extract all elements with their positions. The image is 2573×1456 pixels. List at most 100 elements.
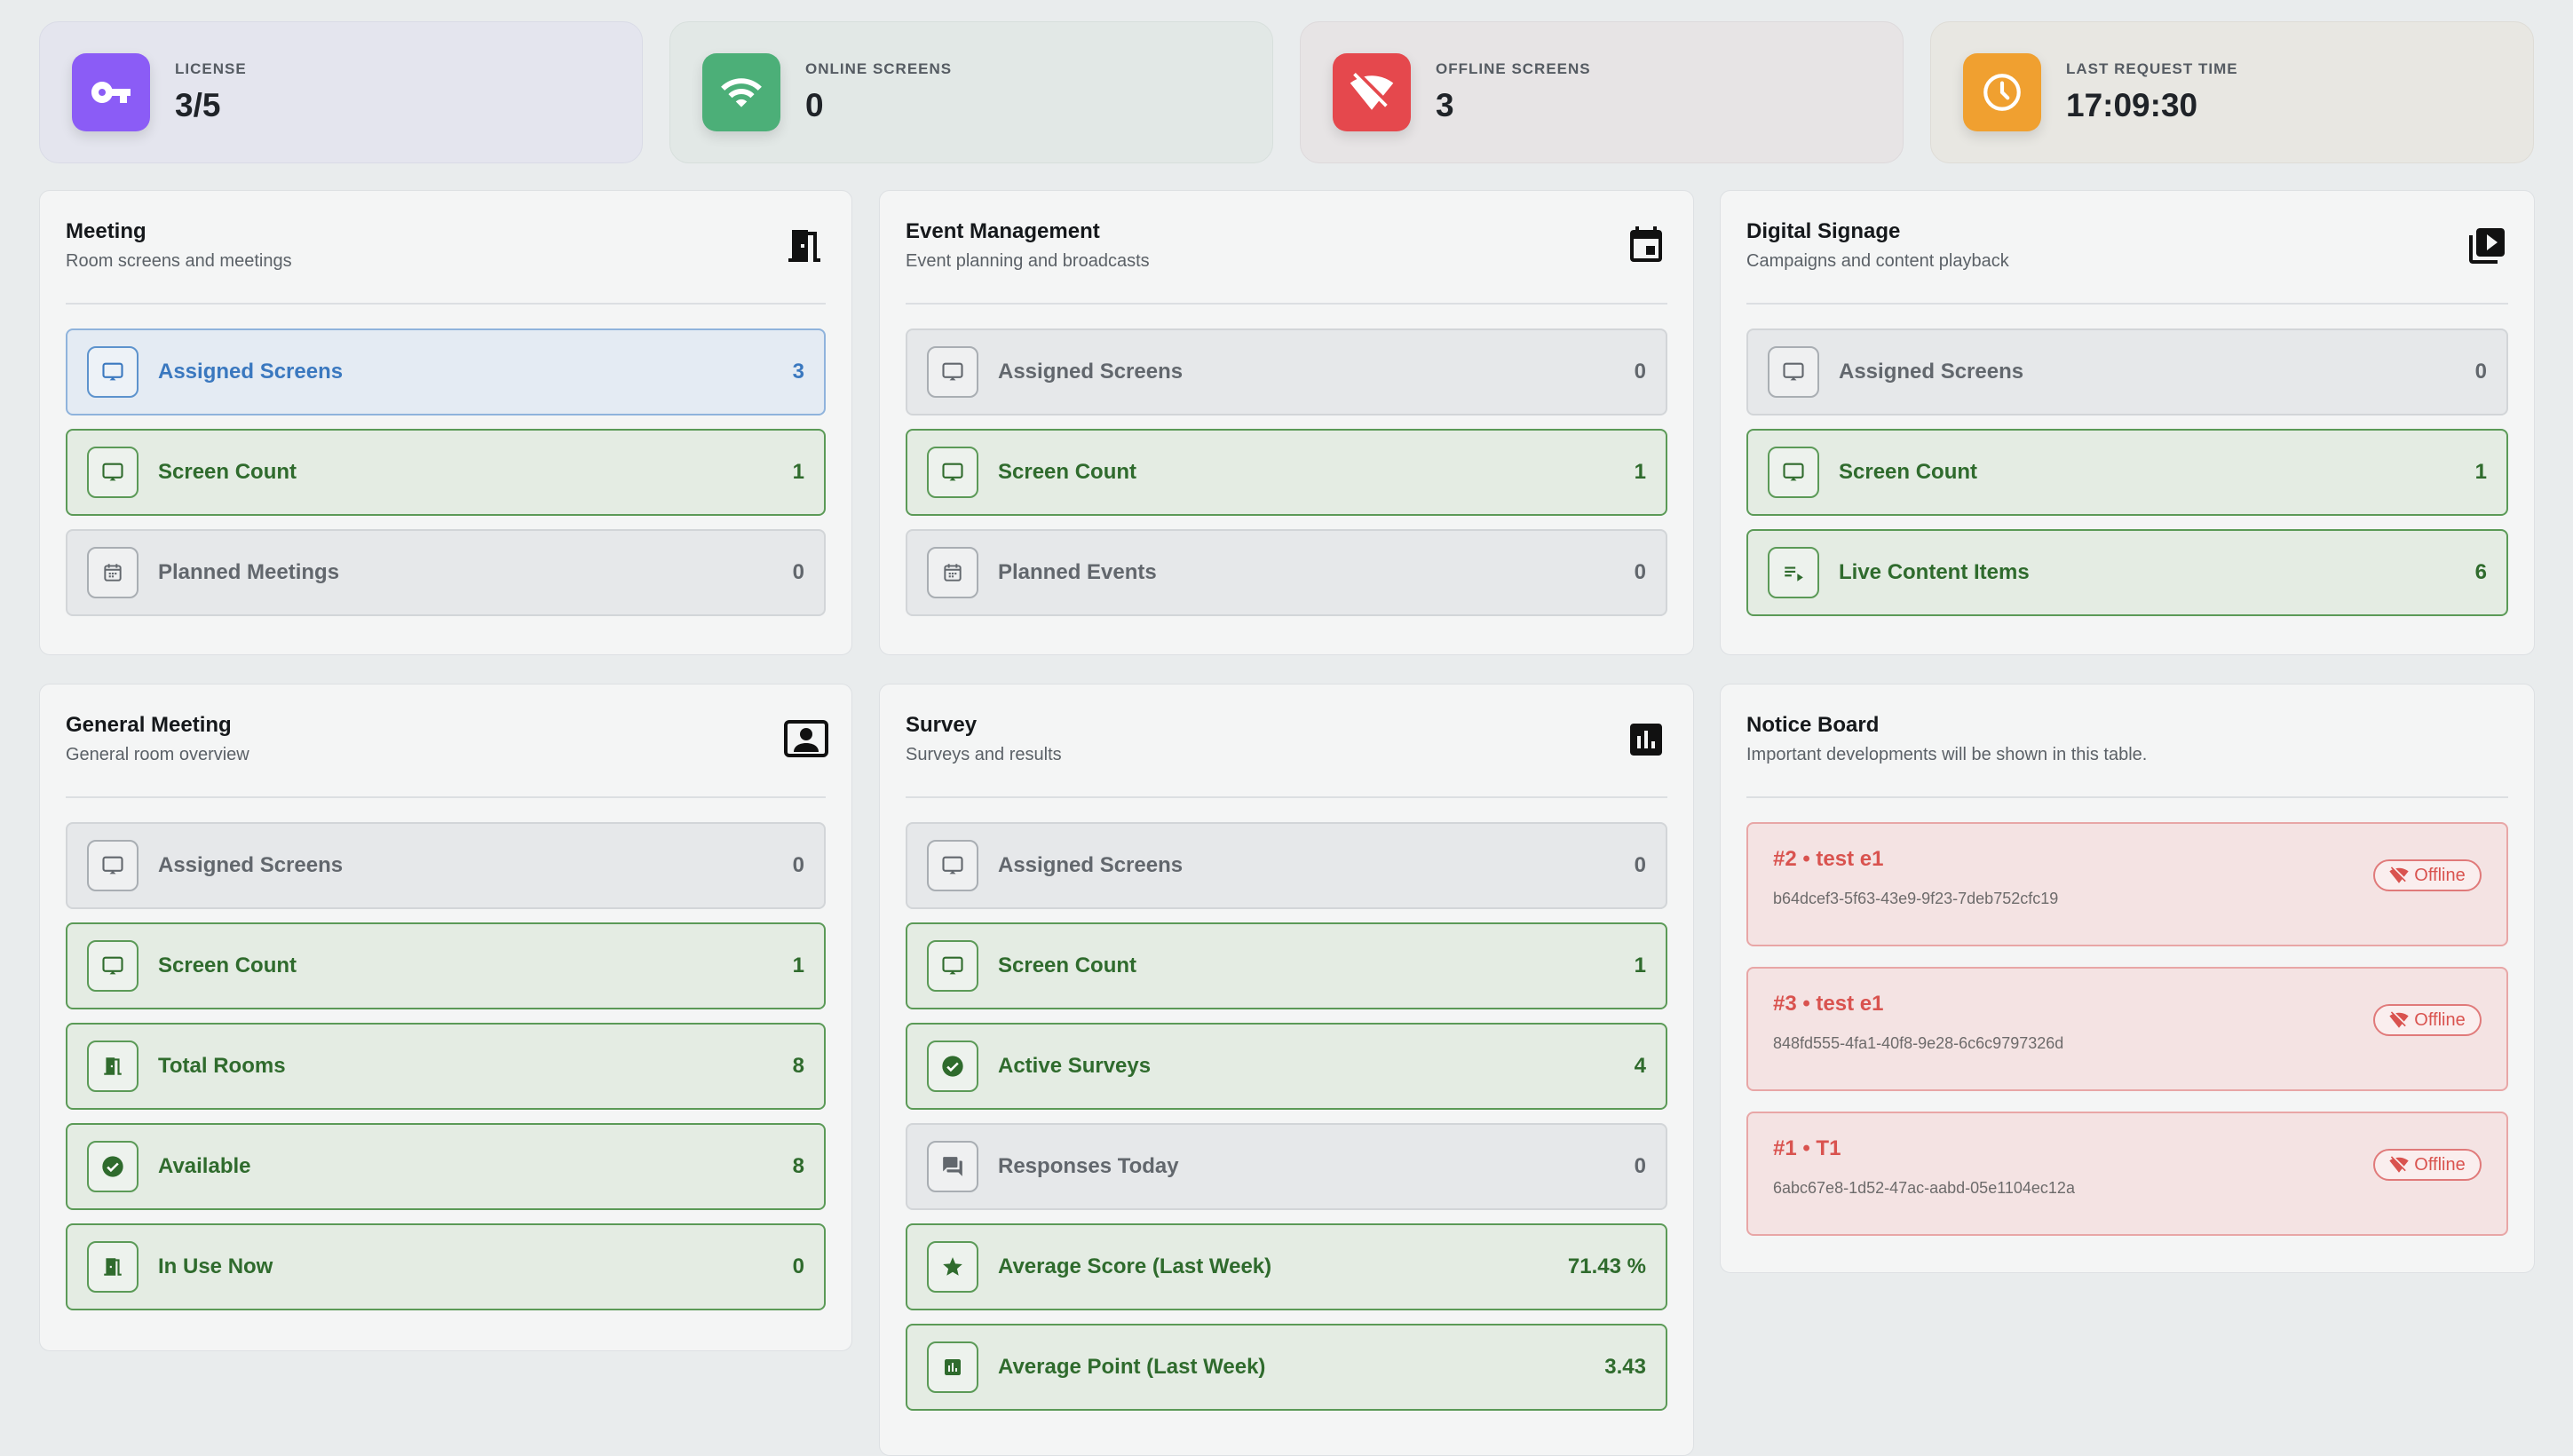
video-library-icon [2466,225,2508,267]
digital-signage-card: Digital Signage Campaigns and content pl… [1720,190,2535,655]
cast-icon [927,346,978,398]
star-icon [927,1241,978,1293]
cast-icon [87,447,139,498]
row-label: Planned Events [998,560,1157,584]
event-management-card: Event Management Event planning and broa… [879,190,1694,655]
row-label: Responses Today [998,1154,1179,1178]
wifi-off-icon [1333,53,1411,131]
event-screen-count-row[interactable]: Screen Count 1 [906,429,1667,516]
meeting-card: Meeting Room screens and meetings Assign… [39,190,852,655]
offline-badge: Offline [2373,859,2482,891]
survey-assigned-screens-row[interactable]: Assigned Screens 0 [906,822,1667,909]
row-value: 0 [792,560,804,584]
meeting-planned-meetings-row[interactable]: Planned Meetings 0 [66,529,826,616]
row-label: Average Score (Last Week) [998,1254,1272,1278]
playlist-icon [1768,547,1819,598]
signage-screen-count-row[interactable]: Screen Count 1 [1746,429,2508,516]
survey-average-point-row[interactable]: Average Point (Last Week) 3.43 [906,1324,1667,1411]
card-subtitle: General room overview [66,745,249,764]
door-icon [87,1041,139,1092]
offline-badge: Offline [2373,1149,2482,1181]
notice-board-card: Notice Board Important developments will… [1720,684,2535,1273]
stat-card-license: LICENSE 3/5 [39,21,643,163]
stat-label: ONLINE SCREENS [805,60,953,77]
row-value: 3 [792,360,804,384]
meeting-assigned-screens-row[interactable]: Assigned Screens 3 [66,328,826,415]
card-title: Event Management [906,219,1100,243]
check-circle-icon [927,1041,978,1092]
row-value: 1 [792,460,804,484]
contact-icon [783,718,828,761]
stat-value: 3 [1436,87,1454,123]
stat-label: LAST REQUEST TIME [2066,60,2238,77]
row-value: 0 [2474,360,2487,384]
event-assigned-screens-row[interactable]: Assigned Screens 0 [906,328,1667,415]
stat-label: LICENSE [175,60,247,77]
general-assigned-screens-row[interactable]: Assigned Screens 0 [66,822,826,909]
row-label: Assigned Screens [998,853,1184,877]
row-value: 0 [792,1254,804,1278]
survey-responses-today-row[interactable]: Responses Today 0 [906,1123,1667,1210]
general-available-row[interactable]: Available 8 [66,1123,826,1210]
notice-item-title: #3 • test e1 [1773,992,1884,1016]
calendar-icon [927,547,978,598]
card-subtitle: Important developments will be shown in … [1746,745,2148,764]
bar-chart-icon [927,1341,978,1393]
stat-card-last-request-time: LAST REQUEST TIME 17:09:30 [1930,21,2534,163]
row-label: Screen Count [998,460,1137,484]
row-label: Screen Count [998,954,1137,977]
event-icon [1625,225,1667,267]
cast-icon [927,840,978,891]
key-icon [72,53,150,131]
card-subtitle: Event planning and broadcasts [906,251,1150,271]
row-value: 71.43 % [1567,1254,1646,1278]
wifi-off-icon [2389,866,2409,883]
notice-item-id: 6abc67e8-1d52-47ac-aabd-05e1104ec12a [1773,1179,2075,1197]
row-value: 0 [1634,1154,1646,1178]
row-value: 0 [792,853,804,877]
card-title: Digital Signage [1746,219,1901,243]
card-subtitle: Campaigns and content playback [1746,251,2009,271]
row-label: Assigned Screens [158,360,344,384]
row-value: 1 [2474,460,2487,484]
survey-card: Survey Surveys and results Assigned Scre… [879,684,1694,1456]
row-label: Screen Count [1839,460,1978,484]
row-value: 0 [1634,360,1646,384]
notice-item[interactable]: #1 • T1 6abc67e8-1d52-47ac-aabd-05e1104e… [1746,1112,2508,1236]
row-value: 3.43 [1604,1355,1646,1379]
clock-icon [1963,53,2041,131]
check-circle-icon [87,1141,139,1192]
signage-live-content-row[interactable]: Live Content Items 6 [1746,529,2508,616]
survey-average-score-row[interactable]: Average Score (Last Week) 71.43 % [906,1223,1667,1310]
card-title: General Meeting [66,713,232,737]
row-value: 8 [792,1054,804,1078]
general-total-rooms-row[interactable]: Total Rooms 8 [66,1023,826,1110]
row-label: Assigned Screens [158,853,344,877]
stat-label: OFFLINE SCREENS [1436,60,1591,77]
badge-label: Offline [2414,1009,2466,1030]
survey-active-surveys-row[interactable]: Active Surveys 4 [906,1023,1667,1110]
row-label: Assigned Screens [998,360,1184,384]
door-icon [783,225,826,267]
general-in-use-now-row[interactable]: In Use Now 0 [66,1223,826,1310]
row-label: Screen Count [158,460,297,484]
event-planned-events-row[interactable]: Planned Events 0 [906,529,1667,616]
bar-chart-icon [1625,718,1667,761]
notice-item[interactable]: #2 • test e1 b64dcef3-5f63-43e9-9f23-7de… [1746,822,2508,946]
row-label: Total Rooms [158,1054,286,1078]
signage-assigned-screens-row[interactable]: Assigned Screens 0 [1746,328,2508,415]
notice-item-title: #2 • test e1 [1773,847,1884,871]
row-value: 0 [1634,560,1646,584]
badge-label: Offline [2414,865,2466,885]
card-title: Survey [906,713,978,737]
cast-icon [87,940,139,992]
survey-screen-count-row[interactable]: Screen Count 1 [906,922,1667,1009]
cast-icon [1768,346,1819,398]
general-screen-count-row[interactable]: Screen Count 1 [66,922,826,1009]
notice-item[interactable]: #3 • test e1 848fd555-4fa1-40f8-9e28-6c6… [1746,967,2508,1091]
stat-value: 0 [805,87,824,123]
row-value: 1 [1634,460,1646,484]
stat-value: 17:09:30 [2066,87,2198,123]
meeting-screen-count-row[interactable]: Screen Count 1 [66,429,826,516]
row-label: Available [158,1154,251,1178]
